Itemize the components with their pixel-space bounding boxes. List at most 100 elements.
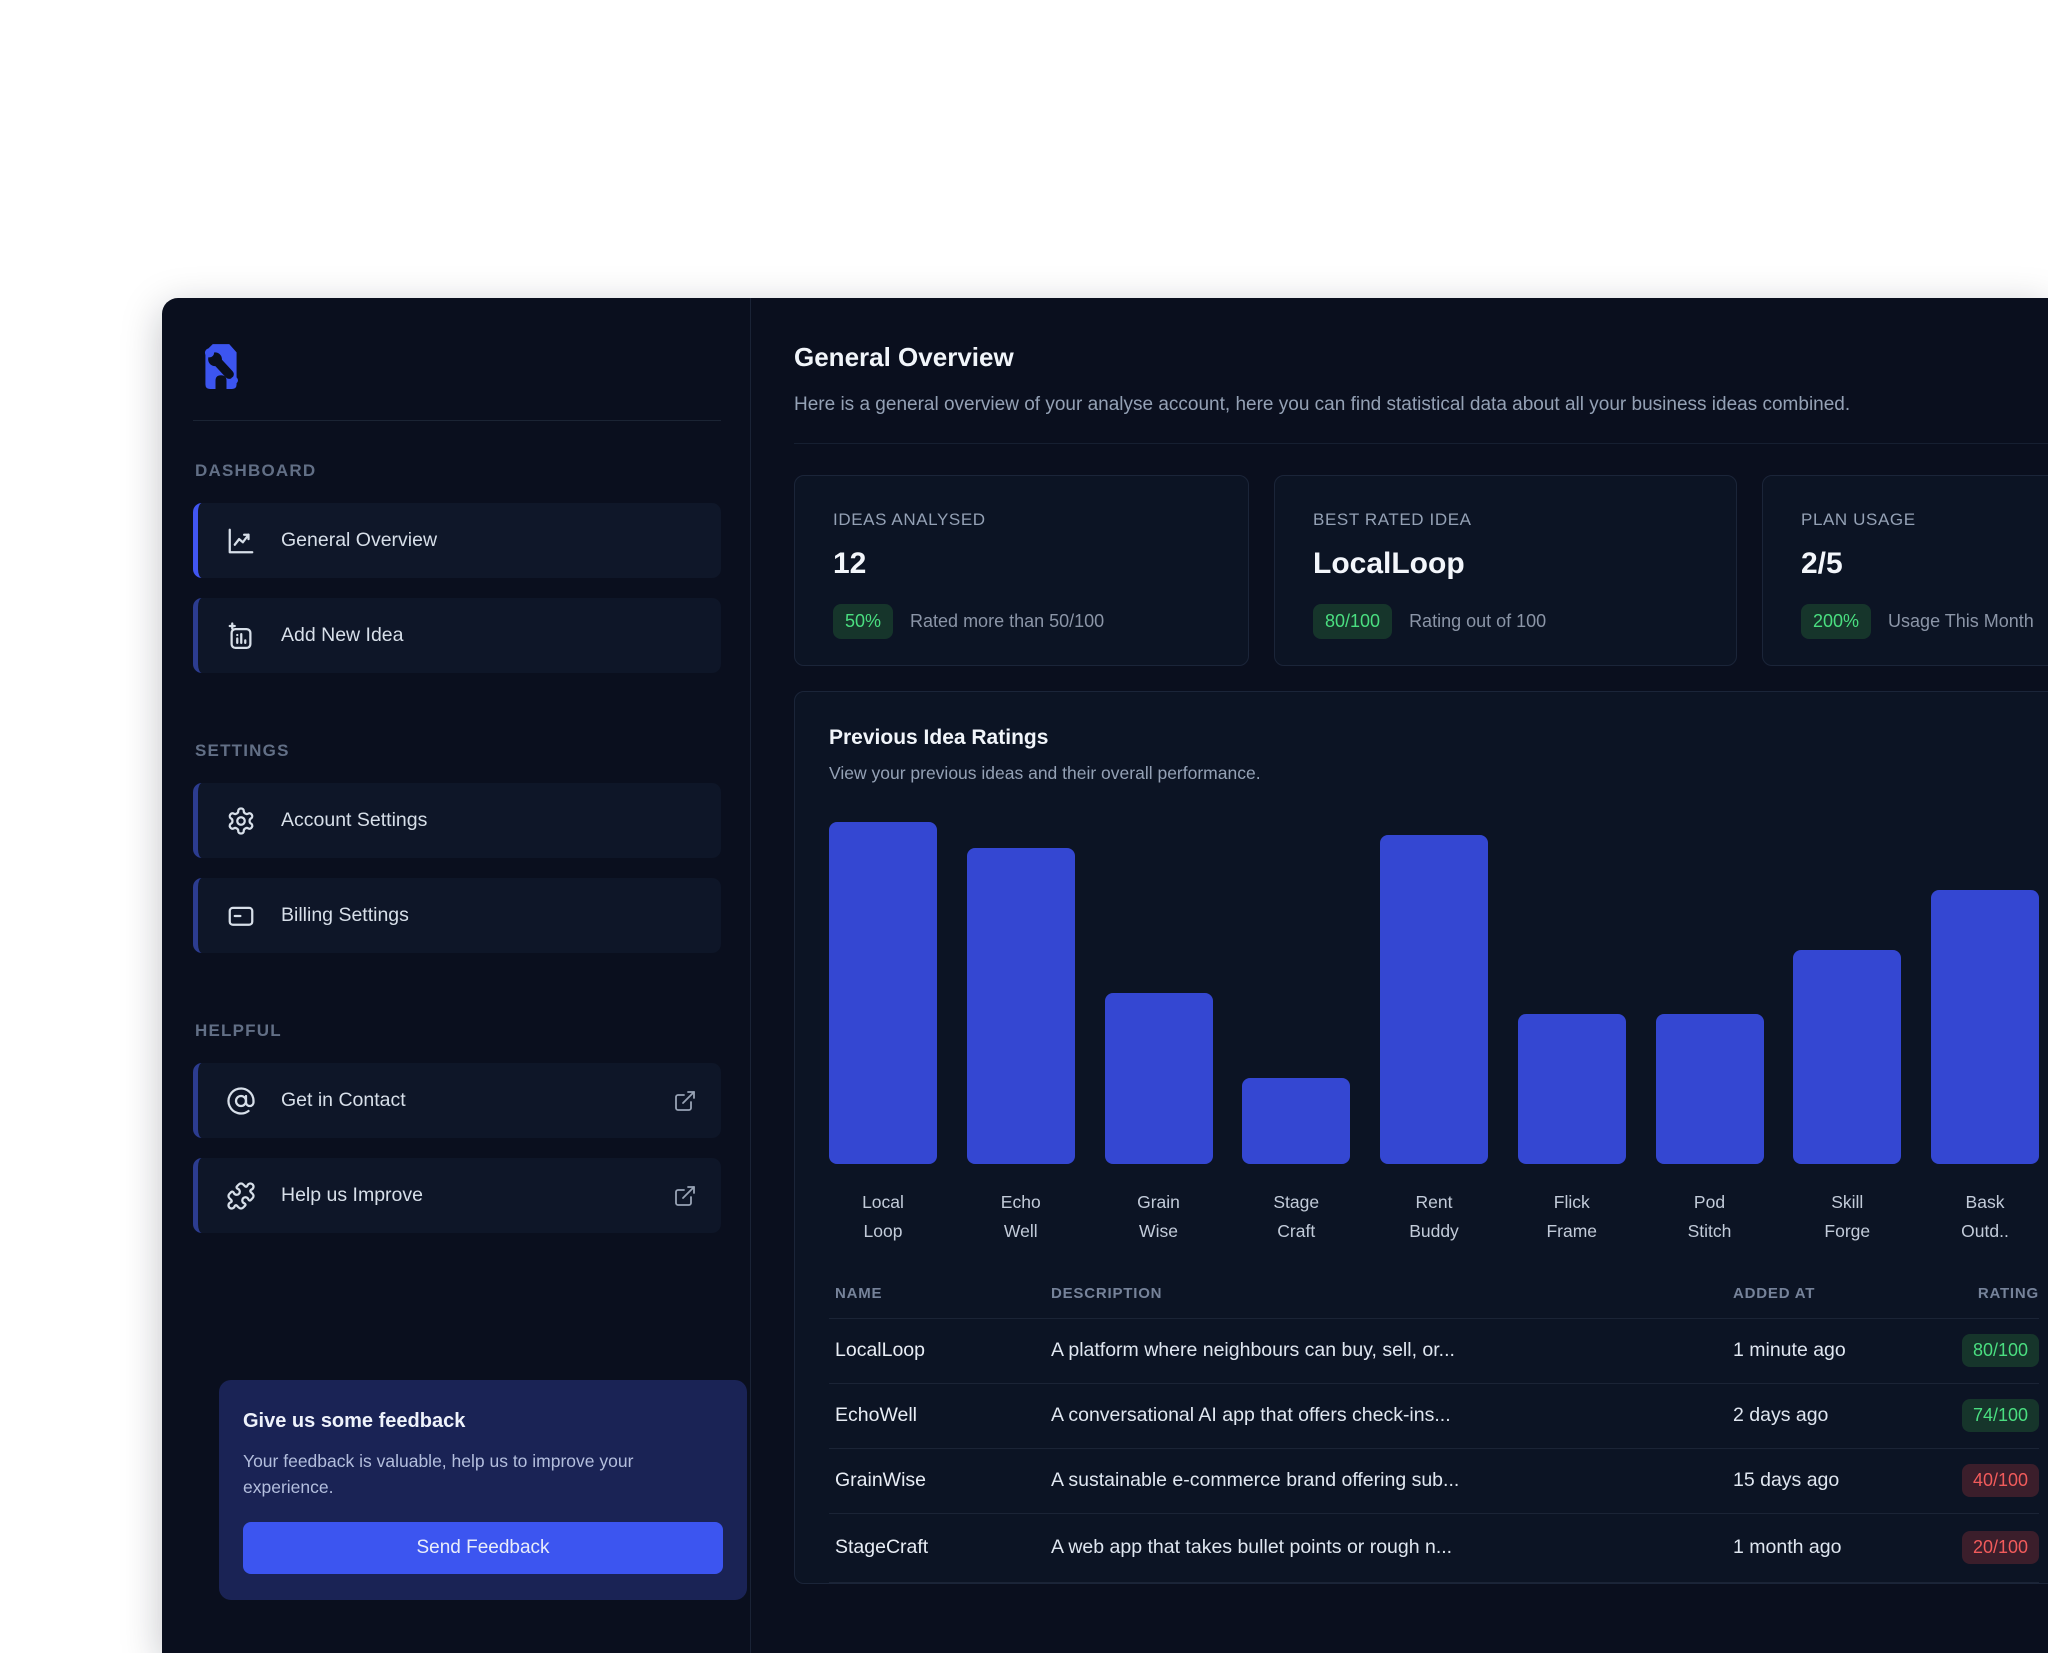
chart-bar: [1518, 1014, 1626, 1164]
cell-name: GrainWise: [829, 1469, 1051, 1492]
stat-note: Rating out of 100: [1409, 611, 1546, 632]
sidebar-item-get-in-contact[interactable]: Get in Contact: [193, 1063, 721, 1138]
panel-title: Previous Idea Ratings: [829, 726, 2039, 750]
table-row: LocalLoopA platform where neighbours can…: [829, 1318, 2039, 1383]
page-title: General Overview: [794, 342, 2048, 373]
at-sign-icon: [226, 1086, 256, 1116]
chart-column: [1793, 822, 1901, 1164]
external-link-icon[interactable]: [673, 1184, 697, 1208]
stat-note: Usage This Month: [1888, 611, 2034, 632]
stat-value: LocalLoop: [1313, 547, 1698, 581]
cell-name: StageCraft: [829, 1536, 1051, 1559]
stat-label: PLAN USAGE: [1801, 510, 2048, 530]
chart-bar: [1793, 950, 1901, 1164]
stat-card-best-rated-idea: BEST RATED IDEA LocalLoop 80/100 Rating …: [1274, 475, 1737, 666]
sidebar-item-label: Billing Settings: [281, 904, 409, 927]
sidebar-item-label: Add New Idea: [281, 624, 404, 647]
cell-description: A sustainable e-commerce brand offering …: [1051, 1469, 1733, 1492]
stat-label: IDEAS ANALYSED: [833, 510, 1210, 530]
cell-rating: 40/100: [1923, 1464, 2039, 1497]
cell-added-at: 2 days ago: [1733, 1404, 1923, 1427]
chart-bar: [1380, 835, 1488, 1164]
col-header-rating: RATING: [1923, 1285, 2039, 1302]
feedback-card: Give us some feedback Your feedback is v…: [219, 1380, 747, 1600]
main-content: General Overview Here is a general overv…: [751, 298, 2048, 1653]
sidebar-item-help-us-improve[interactable]: Help us Improve: [193, 1158, 721, 1233]
chart-bar-label: EchoWell: [967, 1188, 1075, 1246]
page-subtitle: Here is a general overview of your analy…: [794, 394, 2048, 416]
stat-badge: 80/100: [1313, 604, 1392, 639]
chart-bar-label: BaskOutd..: [1931, 1188, 2039, 1246]
gear-icon: [226, 806, 256, 836]
chart-bar-label: RentBuddy: [1380, 1188, 1488, 1246]
ideas-table-header: NAME DESCRIPTION ADDED AT RATING: [829, 1270, 2039, 1318]
chart-column: [1242, 822, 1350, 1164]
chart-bar: [967, 848, 1075, 1164]
stat-badge: 200%: [1801, 604, 1871, 639]
cell-description: A web app that takes bullet points or ro…: [1051, 1536, 1733, 1559]
chart-bar: [1656, 1014, 1764, 1164]
stat-card-ideas-analysed: IDEAS ANALYSED 12 50% Rated more than 50…: [794, 475, 1249, 666]
sidebar-item-billing-settings[interactable]: Billing Settings: [193, 878, 721, 953]
chart-bar-label: LocalLoop: [829, 1188, 937, 1246]
chart-bar-label: PodStitch: [1656, 1188, 1764, 1246]
send-feedback-button[interactable]: Send Feedback: [243, 1522, 723, 1574]
cell-name: EchoWell: [829, 1404, 1051, 1427]
sidebar-item-account-settings[interactable]: Account Settings: [193, 783, 721, 858]
rating-badge: 40/100: [1962, 1464, 2039, 1497]
cell-added-at: 15 days ago: [1733, 1469, 1923, 1492]
rating-badge: 74/100: [1962, 1399, 2039, 1432]
col-header-name: NAME: [829, 1285, 1051, 1302]
table-row: EchoWellA conversational AI app that off…: [829, 1383, 2039, 1448]
sidebar-item-add-new-idea[interactable]: Add New Idea: [193, 598, 721, 673]
analyse-logo-icon: [199, 340, 243, 394]
chart-bar-label: SkillForge: [1793, 1188, 1901, 1246]
table-row: StageCraftA web app that takes bullet po…: [829, 1513, 2039, 1583]
stat-note: Rated more than 50/100: [910, 611, 1104, 632]
ratings-bar-chart: [829, 822, 2039, 1164]
chart-column: [829, 822, 937, 1164]
sidebar-divider: [193, 420, 721, 421]
chart-column: [1380, 822, 1488, 1164]
feedback-body: Your feedback is valuable, help us to im…: [243, 1449, 723, 1500]
rating-badge: 20/100: [1962, 1531, 2039, 1564]
chart-bar-label: GrainWise: [1105, 1188, 1213, 1246]
chart-column: [967, 822, 1075, 1164]
stat-value: 2/5: [1801, 547, 2048, 581]
section-label-settings: SETTINGS: [195, 741, 720, 761]
stat-value: 12: [833, 547, 1210, 581]
puzzle-icon: [226, 1181, 256, 1211]
cell-added-at: 1 minute ago: [1733, 1339, 1923, 1362]
chart-bar: [1931, 890, 2039, 1164]
cell-description: A platform where neighbours can buy, sel…: [1051, 1339, 1733, 1362]
cell-description: A conversational AI app that offers chec…: [1051, 1404, 1733, 1427]
chart-bar-label: StageCraft: [1242, 1188, 1350, 1246]
feedback-title: Give us some feedback: [243, 1410, 723, 1433]
stats-row: IDEAS ANALYSED 12 50% Rated more than 50…: [794, 475, 2048, 666]
rating-badge: 80/100: [1962, 1334, 2039, 1367]
table-row: GrainWiseA sustainable e-commerce brand …: [829, 1448, 2039, 1513]
chart-bar: [1105, 993, 1213, 1164]
add-chart-icon: [226, 621, 256, 651]
cell-added-at: 1 month ago: [1733, 1536, 1923, 1559]
col-header-added-at: ADDED AT: [1733, 1285, 1923, 1302]
section-label-helpful: HELPFUL: [195, 1021, 720, 1041]
cell-rating: 74/100: [1923, 1399, 2039, 1432]
previous-idea-ratings-panel: Previous Idea Ratings View your previous…: [794, 691, 2048, 1584]
sidebar-item-general-overview[interactable]: General Overview: [193, 503, 721, 578]
ratings-bar-chart-labels: LocalLoop EchoWell GrainWise StageCraft Rent…: [829, 1188, 2039, 1246]
stat-badge: 50%: [833, 604, 893, 639]
cell-name: LocalLoop: [829, 1339, 1051, 1362]
external-link-icon[interactable]: [673, 1089, 697, 1113]
chart-column: [1656, 822, 1764, 1164]
cell-rating: 80/100: [1923, 1334, 2039, 1367]
ideas-table: NAME DESCRIPTION ADDED AT RATING LocalLo…: [829, 1270, 2039, 1583]
sidebar-item-label: General Overview: [281, 529, 437, 552]
sidebar-item-label: Get in Contact: [281, 1089, 406, 1112]
cell-rating: 20/100: [1923, 1531, 2039, 1564]
panel-subtitle: View your previous ideas and their overa…: [829, 763, 2039, 784]
sidebar-item-label: Account Settings: [281, 809, 427, 832]
stat-card-plan-usage: PLAN USAGE 2/5 200% Usage This Month: [1762, 475, 2048, 666]
chart-bar: [829, 822, 937, 1164]
sidebar: DASHBOARD General Overview Add New Idea …: [162, 298, 751, 1653]
